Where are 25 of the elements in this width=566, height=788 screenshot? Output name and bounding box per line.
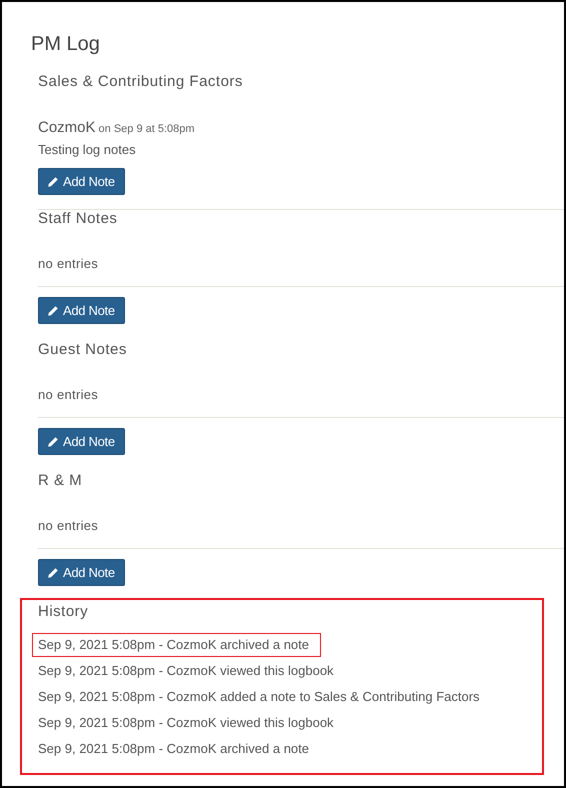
page-title: PM Log <box>31 32 101 57</box>
note-timestamp: on Sep 9 at 5:08pm <box>98 123 195 135</box>
empty-text: no entries <box>38 386 100 404</box>
history-entry: Sep 9, 2021 5:08pm - CozmoK viewed this logbook <box>37 662 335 680</box>
empty-text: no entries <box>38 255 100 273</box>
section-heading: R & M <box>38 472 84 490</box>
history-entry: Sep 9, 2021 5:08pm - CozmoK archived a note <box>32 633 321 657</box>
pencil-icon <box>47 176 59 188</box>
pencil-icon <box>47 566 59 578</box>
history-entry: Sep 9, 2021 5:08pm - CozmoK archived a note <box>37 740 310 758</box>
add-note-button[interactable]: Add Note <box>38 297 125 324</box>
pencil-icon <box>47 304 59 316</box>
history-heading: History <box>38 603 90 621</box>
empty-text: no entries <box>38 517 100 535</box>
add-note-button[interactable]: Add Note <box>38 428 125 455</box>
add-note-button[interactable]: Add Note <box>38 168 125 195</box>
history-entry: Sep 9, 2021 5:08pm - CozmoK added a note to Sales & Contributing Factors <box>37 688 481 706</box>
note-text: Testing log notes <box>38 141 137 159</box>
pencil-icon <box>47 436 59 448</box>
history-entry: Sep 9, 2021 5:08pm - CozmoK viewed this logbook <box>37 714 335 732</box>
section-heading: Sales & Contributing Factors <box>38 73 244 91</box>
section-heading: Staff Notes <box>38 210 118 228</box>
add-note-button[interactable]: Add Note <box>38 559 125 586</box>
note-author: CozmoK <box>38 119 96 136</box>
section-heading: Guest Notes <box>38 341 128 359</box>
